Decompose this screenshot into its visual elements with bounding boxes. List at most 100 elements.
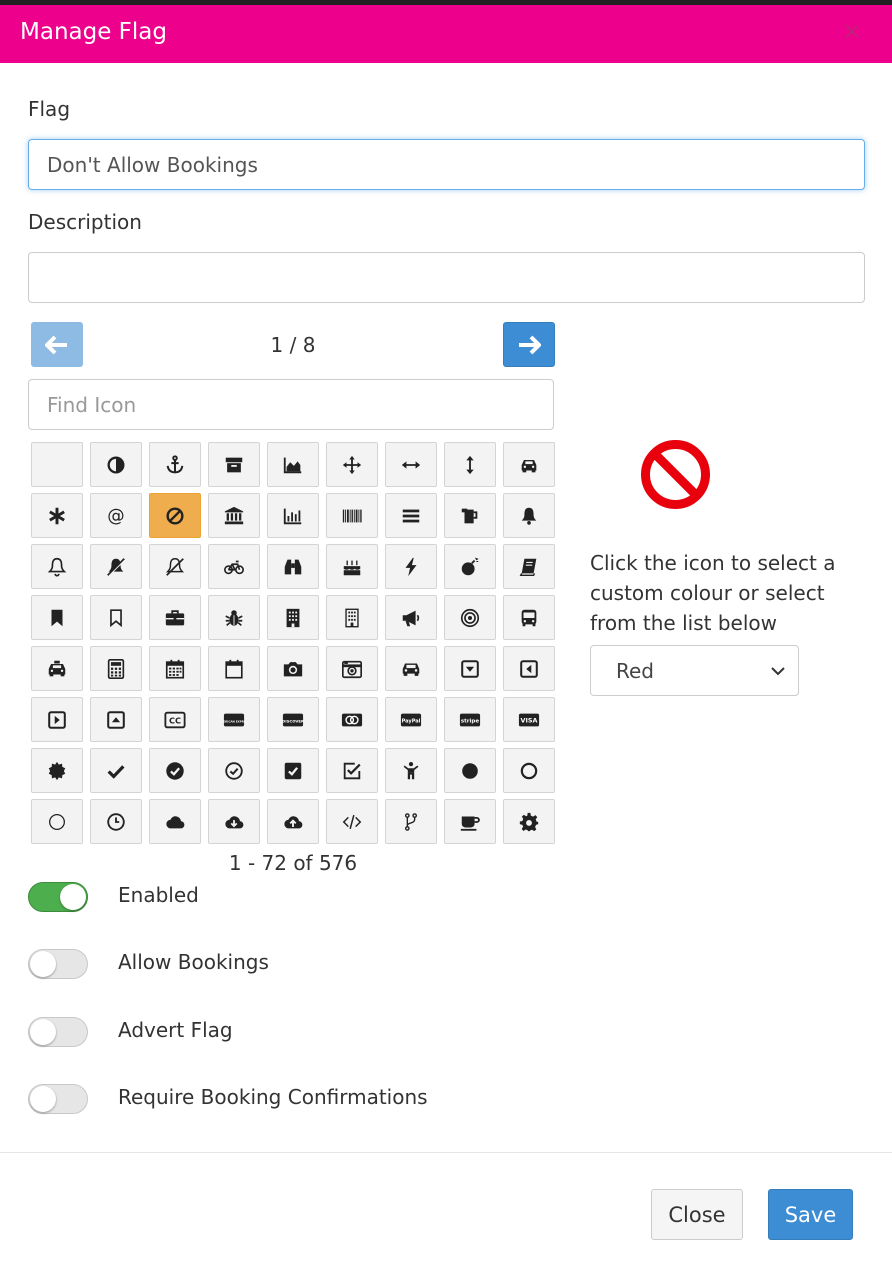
icon-cell[interactable]	[208, 442, 260, 487]
enabled-toggle[interactable]	[28, 882, 88, 912]
cog-icon	[518, 811, 540, 833]
icon-cell[interactable]	[267, 646, 319, 691]
bomb-icon	[459, 556, 481, 578]
icon-cell[interactable]	[90, 544, 142, 589]
icon-cell[interactable]	[385, 544, 437, 589]
next-page-button[interactable]	[503, 322, 555, 367]
icon-cell[interactable]	[503, 493, 555, 538]
check-circle-icon	[164, 760, 186, 782]
icon-cell[interactable]	[503, 442, 555, 487]
icon-cell[interactable]	[149, 544, 201, 589]
icon-cell[interactable]	[326, 442, 378, 487]
car-front-icon	[400, 658, 422, 680]
icon-cell[interactable]	[503, 799, 555, 844]
icon-cell[interactable]	[503, 748, 555, 793]
icon-cell[interactable]	[267, 799, 319, 844]
briefcase-icon	[164, 607, 186, 629]
icon-cell[interactable]	[444, 748, 496, 793]
icon-cell[interactable]	[444, 646, 496, 691]
icon-cell[interactable]: DISCOVER	[267, 697, 319, 742]
icon-cell[interactable]	[503, 595, 555, 640]
icon-cell[interactable]	[90, 799, 142, 844]
flag-input[interactable]	[28, 139, 865, 190]
icon-cell[interactable]	[385, 799, 437, 844]
icon-cell[interactable]	[149, 442, 201, 487]
icon-cell[interactable]: CC	[149, 697, 201, 742]
ban-icon[interactable]	[639, 438, 712, 511]
icon-cell[interactable]	[31, 595, 83, 640]
icon-cell[interactable]	[385, 442, 437, 487]
icon-cell[interactable]	[444, 544, 496, 589]
icon-cell[interactable]	[208, 646, 260, 691]
icon-cell[interactable]: @	[90, 493, 142, 538]
icon-cell[interactable]	[503, 544, 555, 589]
find-icon-input[interactable]	[28, 379, 554, 430]
icon-cell[interactable]	[326, 748, 378, 793]
icon-cell[interactable]	[31, 697, 83, 742]
icon-cell[interactable]	[208, 748, 260, 793]
bicycle-icon	[223, 556, 245, 578]
description-input[interactable]	[28, 252, 865, 303]
icon-cell[interactable]	[31, 442, 83, 487]
icon-cell[interactable]	[31, 748, 83, 793]
icon-cell[interactable]	[326, 544, 378, 589]
icon-cell[interactable]	[149, 799, 201, 844]
calendar-outline-icon	[223, 658, 245, 680]
icon-cell[interactable]	[31, 493, 83, 538]
icon-cell[interactable]	[90, 646, 142, 691]
icon-cell[interactable]	[149, 595, 201, 640]
colour-select[interactable]: Red	[590, 645, 799, 696]
icon-cell[interactable]	[90, 697, 142, 742]
icon-cell[interactable]	[31, 799, 83, 844]
require-confirmations-toggle[interactable]	[28, 1084, 88, 1114]
icon-cell[interactable]	[267, 442, 319, 487]
icon-cell[interactable]	[444, 799, 496, 844]
icon-cell[interactable]	[326, 799, 378, 844]
icon-cell[interactable]: VISA	[503, 697, 555, 742]
icon-cell[interactable]	[326, 493, 378, 538]
icon-cell[interactable]	[90, 748, 142, 793]
icon-cell[interactable]	[208, 493, 260, 538]
icon-cell[interactable]: stripe	[444, 697, 496, 742]
icon-cell[interactable]	[267, 748, 319, 793]
close-button[interactable]: Close	[651, 1189, 743, 1240]
icon-cell[interactable]	[326, 646, 378, 691]
icon-cell[interactable]	[208, 595, 260, 640]
icon-cell[interactable]	[326, 697, 378, 742]
prev-page-button[interactable]	[31, 322, 83, 367]
icon-cell[interactable]	[208, 799, 260, 844]
icon-cell[interactable]	[267, 544, 319, 589]
icon-cell[interactable]	[149, 493, 201, 538]
icon-cell[interactable]	[31, 544, 83, 589]
icon-cell[interactable]	[444, 493, 496, 538]
save-button[interactable]: Save	[768, 1189, 853, 1240]
icon-cell[interactable]	[208, 544, 260, 589]
icon-cell[interactable]	[503, 646, 555, 691]
svg-text:CC: CC	[169, 715, 181, 725]
bell-outline-icon	[46, 556, 68, 578]
icon-cell[interactable]	[90, 442, 142, 487]
icon-cell[interactable]	[444, 595, 496, 640]
icon-cell[interactable]	[385, 595, 437, 640]
icon-cell[interactable]	[385, 748, 437, 793]
check-circle-outline-icon	[223, 760, 245, 782]
cc-icon: CC	[164, 709, 186, 731]
icon-cell[interactable]	[326, 595, 378, 640]
caret-square-up-icon	[105, 709, 127, 731]
icon-cell[interactable]	[385, 646, 437, 691]
icon-cell[interactable]	[267, 493, 319, 538]
icon-cell[interactable]	[444, 442, 496, 487]
icon-cell[interactable]: PayPal	[385, 697, 437, 742]
camera-retro-icon	[341, 658, 363, 680]
icon-cell[interactable]	[90, 595, 142, 640]
allow-bookings-toggle[interactable]	[28, 949, 88, 979]
cc-mastercard-icon	[341, 709, 363, 731]
icon-cell[interactable]	[31, 646, 83, 691]
icon-cell[interactable]	[149, 646, 201, 691]
advert-flag-toggle[interactable]	[28, 1017, 88, 1047]
icon-cell[interactable]	[385, 493, 437, 538]
icon-cell[interactable]	[149, 748, 201, 793]
icon-cell[interactable]: AMERICAN EXPRESS	[208, 697, 260, 742]
modal-close-icon[interactable]: ×	[842, 19, 862, 43]
icon-cell[interactable]	[267, 595, 319, 640]
